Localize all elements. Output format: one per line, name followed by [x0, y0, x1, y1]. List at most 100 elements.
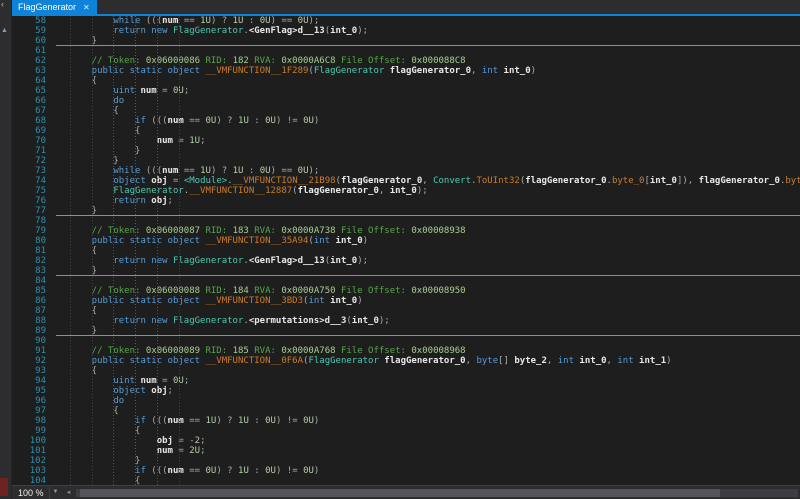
code-line[interactable]: 98 if (((num == 1U) ? 1U : 0U) != 0U) — [12, 416, 800, 426]
code-line[interactable]: 73 while (((num == 1U) ? 1U : 0U) == 0U)… — [12, 166, 800, 176]
code-line[interactable]: 71 } — [12, 146, 800, 156]
code-line[interactable]: 96 do — [12, 396, 800, 406]
code-text: public static object __VMFUNCTION__3BD3(… — [70, 296, 363, 306]
code-line[interactable]: 84 — [12, 276, 800, 286]
tab-flaggenerator[interactable]: FlagGenerator ✕ — [12, 0, 97, 14]
code-line[interactable]: 93 { — [12, 366, 800, 376]
code-line[interactable]: 79 // Token: 0x06000087 RID: 183 RVA: 0x… — [12, 226, 800, 236]
zoom-level[interactable]: 100 % — [12, 486, 49, 499]
code-line[interactable]: 103 if (((num == 0U) ? 1U : 0U) != 0U) — [12, 466, 800, 476]
code-line[interactable]: 59 return new FlagGenerator.<GenFlag>d__… — [12, 26, 800, 36]
line-number: 67 — [35, 106, 46, 116]
code-text: { — [70, 366, 98, 376]
code-text: } — [70, 266, 98, 276]
code-text: } — [70, 326, 98, 336]
code-text: num = 1U; — [70, 136, 206, 146]
code-line[interactable]: 88 return new FlagGenerator.<permutation… — [12, 316, 800, 326]
code-line[interactable]: 97 { — [12, 406, 800, 416]
code-line[interactable]: 78 — [12, 216, 800, 226]
code-line[interactable]: 66 do — [12, 96, 800, 106]
code-line[interactable]: 72 } — [12, 156, 800, 166]
line-number: 81 — [35, 246, 46, 256]
line-number: 87 — [35, 306, 46, 316]
code-line[interactable]: 104 { — [12, 476, 800, 485]
code-line[interactable]: 80 public static object __VMFUNCTION__35… — [12, 236, 800, 246]
line-number: 74 — [35, 176, 46, 186]
code-line[interactable]: 102 } — [12, 456, 800, 466]
code-text: // Token: 0x06000086 RID: 182 RVA: 0x000… — [70, 56, 466, 66]
code-line[interactable]: 64 { — [12, 76, 800, 86]
code-line[interactable]: 85 // Token: 0x06000088 RID: 184 RVA: 0x… — [12, 286, 800, 296]
code-text: object obj; — [70, 386, 173, 396]
code-line[interactable]: 82 return new FlagGenerator.<GenFlag>d__… — [12, 256, 800, 266]
code-line[interactable]: 91 // Token: 0x06000089 RID: 185 RVA: 0x… — [12, 346, 800, 356]
code-line[interactable]: 74 object obj = <Module>.__VMFUNCTION__2… — [12, 176, 800, 186]
line-number: 103 — [29, 466, 46, 476]
code-line[interactable]: 61 — [12, 46, 800, 56]
code-line[interactable]: 63 public static object __VMFUNCTION__1F… — [12, 66, 800, 76]
scroll-left-icon[interactable]: ◄ — [62, 490, 76, 496]
zoom-dropdown-icon[interactable]: ▼ — [48, 486, 62, 499]
horizontal-scrollbar[interactable]: ◄ — [61, 485, 800, 499]
code-line[interactable]: 100 obj = -2; — [12, 436, 800, 446]
code-line[interactable]: 99 { — [12, 426, 800, 436]
code-line[interactable]: 62 // Token: 0x06000086 RID: 182 RVA: 0x… — [12, 56, 800, 66]
code-text: FlagGenerator.__VMFUNCTION__12887(flagGe… — [70, 186, 428, 196]
scrollbar-thumb[interactable] — [79, 488, 720, 497]
code-text: // Token: 0x06000087 RID: 183 RVA: 0x000… — [70, 226, 466, 236]
code-text: return new FlagGenerator.<GenFlag>d__13(… — [70, 256, 369, 266]
code-line[interactable]: 95 object obj; — [12, 386, 800, 396]
code-text: while (((num == 1U) ? 1U : 0U) == 0U); — [70, 16, 320, 26]
code-text: obj = -2; — [70, 436, 206, 446]
code-line[interactable]: 75 FlagGenerator.__VMFUNCTION__12887(fla… — [12, 186, 800, 196]
code-line[interactable]: 77 } — [12, 206, 800, 216]
code-line[interactable]: 58 while (((num == 1U) ? 1U : 0U) == 0U)… — [12, 16, 800, 26]
scrollbar-track[interactable] — [75, 488, 798, 497]
line-number: 70 — [35, 136, 46, 146]
code-text: do — [70, 396, 125, 406]
line-number: 66 — [35, 96, 46, 106]
code-line[interactable]: 67 { — [12, 106, 800, 116]
line-number: 94 — [35, 376, 46, 386]
panel-collapse-icon[interactable]: ‹ — [1, 0, 4, 9]
line-number: 65 — [35, 86, 46, 96]
code-line[interactable]: 90 — [12, 336, 800, 346]
code-line[interactable]: 81 { — [12, 246, 800, 256]
line-number: 88 — [35, 316, 46, 326]
code-line[interactable]: 65 uint num = 0U; — [12, 86, 800, 96]
code-text: // Token: 0x06000088 RID: 184 RVA: 0x000… — [70, 286, 466, 296]
code-text: return obj; — [70, 196, 173, 206]
code-text: { — [70, 76, 98, 86]
code-line[interactable]: 92 public static object __VMFUNCTION__0F… — [12, 356, 800, 366]
code-line[interactable]: 83 } — [12, 266, 800, 276]
editor-status-bar: 100 % ▼ ◄ — [12, 485, 800, 499]
code-line[interactable]: 76 return obj; — [12, 196, 800, 206]
left-panel-strip: ‹ ▲ — [0, 0, 12, 499]
code-text: if (((num == 0U) ? 1U : 0U) != 0U) — [70, 466, 320, 476]
code-line[interactable]: 60 } — [12, 36, 800, 46]
code-text: num = 2U; — [70, 446, 206, 456]
line-number: 72 — [35, 156, 46, 166]
code-editor[interactable]: 58 while (((num == 1U) ? 1U : 0U) == 0U)… — [12, 16, 800, 485]
line-number: 69 — [35, 126, 46, 136]
code-text: return new FlagGenerator.<GenFlag>d__13(… — [70, 26, 369, 36]
code-text: } — [70, 36, 98, 46]
tab-close-icon[interactable]: ✕ — [83, 3, 90, 12]
code-line[interactable]: 86 public static object __VMFUNCTION__3B… — [12, 296, 800, 306]
line-number: 97 — [35, 406, 46, 416]
code-line[interactable]: 101 num = 2U; — [12, 446, 800, 456]
line-number: 77 — [35, 206, 46, 216]
code-line[interactable]: 70 num = 1U; — [12, 136, 800, 146]
code-line[interactable]: 89 } — [12, 326, 800, 336]
decompiler-window: ‹ ▲ FlagGenerator ✕ 58 while (((num == 1… — [0, 0, 800, 499]
code-line[interactable]: 87 { — [12, 306, 800, 316]
line-number: 84 — [35, 276, 46, 286]
code-line[interactable]: 69 { — [12, 126, 800, 136]
code-line[interactable]: 68 if (((num == 0U) ? 1U : 0U) != 0U) — [12, 116, 800, 126]
line-number: 102 — [29, 456, 46, 466]
code-text: return new FlagGenerator.<permutations>d… — [70, 316, 390, 326]
scroll-up-icon[interactable]: ▲ — [1, 27, 8, 35]
line-number: 83 — [35, 266, 46, 276]
code-line[interactable]: 94 uint num = 0U; — [12, 376, 800, 386]
